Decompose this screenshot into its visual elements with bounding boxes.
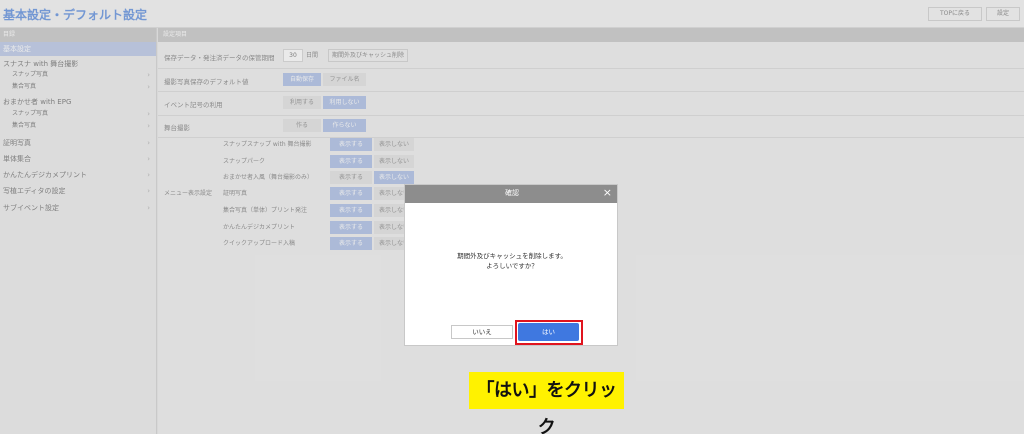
dialog-message-line2: よろしいですか？ [486,262,538,270]
dialog-message: 期間外及びキャッシュを削除します。 よろしいですか？ [405,251,619,271]
close-icon[interactable]: × [603,187,612,199]
dialog-header: 確認 × [405,185,617,203]
dialog-message-line1: 期間外及びキャッシュを削除します。 [457,252,567,260]
confirm-dialog: 確認 × 期間外及びキャッシュを削除します。 よろしいですか？ いいえ はい [404,184,618,346]
dialog-title: 確認 [505,189,519,197]
no-button[interactable]: いいえ [451,325,513,339]
instruction-callout: 「はい」をクリック [469,372,624,434]
yes-button[interactable]: はい [518,323,579,341]
